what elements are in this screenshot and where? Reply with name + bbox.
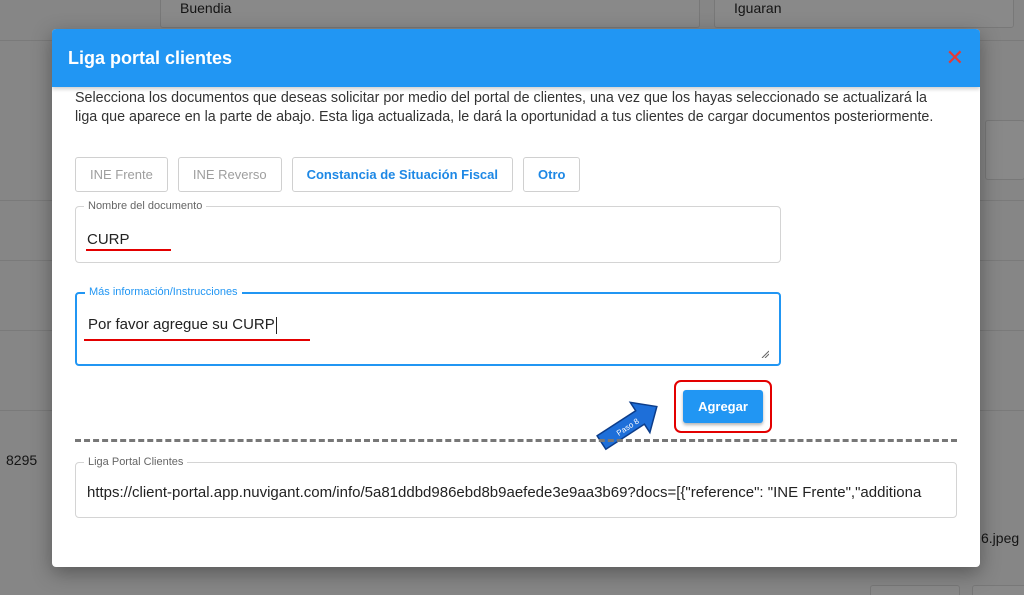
modal-title: Liga portal clientes — [68, 47, 233, 68]
document-name-value: CURP — [87, 231, 130, 248]
portal-link-value: https://client-portal.app.nuvigant.com/i… — [87, 484, 922, 501]
instructions-value: Por favor agregue su CURP — [88, 316, 275, 333]
modal-header: Liga portal clientes ✕ — [52, 29, 980, 87]
instructions-highlight — [84, 339, 310, 341]
instructions-label: Más información/Instrucciones — [85, 286, 242, 298]
portal-link-label: Liga Portal Clientes — [84, 456, 188, 468]
document-name-highlight — [86, 249, 171, 251]
step-arrow-icon: Paso 8 — [596, 401, 658, 451]
chip-constancia-situacion-fiscal[interactable]: Constancia de Situación Fiscal — [291, 157, 514, 192]
instructions-textarea[interactable]: Más información/Instrucciones Por favor … — [75, 286, 781, 366]
document-name-field[interactable]: Nombre del documento CURP — [75, 200, 781, 263]
chip-otro[interactable]: Otro — [523, 157, 581, 192]
portal-link-modal: Liga portal clientes ✕ Selecciona los do… — [52, 29, 980, 567]
chip-ine-frente[interactable]: INE Frente — [75, 157, 168, 192]
chip-ine-reverso[interactable]: INE Reverso — [177, 157, 282, 192]
resize-handle-icon[interactable] — [761, 350, 769, 358]
divider — [75, 439, 957, 442]
close-icon[interactable]: ✕ — [946, 47, 964, 69]
modal-description: Selecciona los documentos que deseas sol… — [75, 90, 934, 125]
portal-link-field[interactable]: Liga Portal Clientes https://client-port… — [75, 456, 957, 518]
text-caret — [275, 316, 277, 334]
agregar-highlight: Agregar — [674, 380, 772, 433]
document-chips: INE Frente INE Reverso Constancia de Sit… — [75, 157, 581, 192]
agregar-button[interactable]: Agregar — [683, 390, 763, 423]
document-name-label: Nombre del documento — [84, 200, 207, 212]
